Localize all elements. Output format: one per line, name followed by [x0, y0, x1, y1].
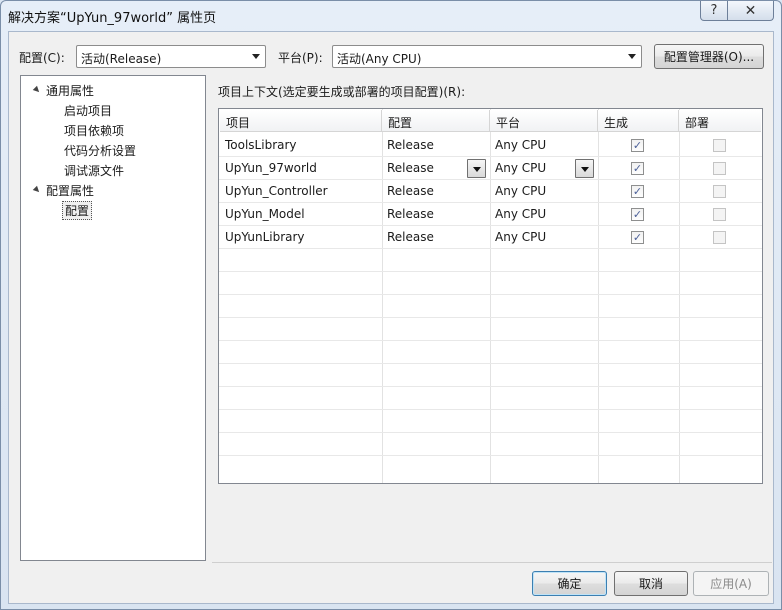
cell-project[interactable]: UpYun_Controller [225, 184, 328, 198]
expanded-triangle-icon[interactable] [32, 85, 42, 95]
config-dropdown-value: 活动(Release) [81, 52, 162, 66]
cell-config[interactable]: Release [387, 207, 434, 221]
cell-platform[interactable]: Any CPU [495, 161, 546, 175]
apply-button[interactable]: 应用(A) [693, 571, 769, 596]
header-divider[interactable] [381, 110, 382, 132]
config-dropdown[interactable]: 活动(Release) [76, 45, 266, 68]
chevron-down-icon [628, 54, 636, 59]
chevron-down-icon [473, 167, 481, 172]
grid-row-line [219, 294, 762, 295]
cell-project[interactable]: UpYunLibrary [225, 230, 305, 244]
grid-row-line [219, 179, 762, 180]
tree-item-configuration[interactable]: 配置 [62, 201, 93, 220]
cell-config[interactable]: Release [387, 138, 434, 152]
chevron-down-icon [252, 54, 260, 59]
deploy-checkbox [713, 208, 726, 221]
grid-row-line [219, 248, 762, 249]
build-checkbox[interactable]: ✓ [631, 139, 644, 152]
grid-row-line [219, 432, 762, 433]
tree-item-code-analysis[interactable]: 代码分析设置 [64, 142, 136, 159]
ok-button[interactable]: 确定 [532, 571, 607, 596]
cell-project[interactable]: ToolsLibrary [225, 138, 297, 152]
header-divider[interactable] [678, 110, 679, 132]
deploy-checkbox [713, 139, 726, 152]
tree-item-startup[interactable]: 启动项目 [64, 102, 112, 119]
grid-header: 项目 配置 平台 生成 部署 [220, 110, 761, 132]
column-header-build[interactable]: 生成 [604, 114, 628, 131]
project-context-grid[interactable]: 项目 配置 平台 生成 部署 ToolsLibrary Release Any … [218, 108, 763, 484]
grid-row-line [219, 202, 762, 203]
platform-dropdown[interactable]: 活动(Any CPU) [332, 45, 642, 68]
header-divider[interactable] [489, 110, 490, 132]
build-checkbox[interactable]: ✓ [631, 231, 644, 244]
cancel-button[interactable]: 取消 [614, 571, 688, 596]
column-header-project[interactable]: 项目 [226, 114, 250, 131]
grid-row-line [219, 409, 762, 410]
footer-separator [212, 562, 772, 563]
tree-group-config[interactable]: 配置属性 [46, 182, 94, 199]
grid-row-line [219, 455, 762, 456]
config-label: 配置(C): [19, 51, 65, 65]
build-checkbox[interactable]: ✓ [631, 162, 644, 175]
grid-column-line [382, 109, 383, 483]
grid-column-line [598, 109, 599, 483]
cell-project[interactable]: UpYun_97world [225, 161, 317, 175]
column-header-config[interactable]: 配置 [388, 114, 412, 131]
cell-platform[interactable]: Any CPU [495, 138, 546, 152]
grid-row-line [219, 225, 762, 226]
build-checkbox[interactable]: ✓ [631, 208, 644, 221]
tree-item-debug-source[interactable]: 调试源文件 [64, 162, 124, 179]
platform-dropdown-value: 活动(Any CPU) [337, 52, 422, 66]
expanded-triangle-icon[interactable] [32, 185, 42, 195]
header-divider[interactable] [597, 110, 598, 132]
grid-row-line [219, 363, 762, 364]
deploy-checkbox [713, 185, 726, 198]
grid-row-line [219, 317, 762, 318]
grid-row-line [219, 340, 762, 341]
grid-column-line [490, 109, 491, 483]
cell-project[interactable]: UpYun_Model [225, 207, 305, 221]
grid-row-line [219, 156, 762, 157]
cell-config[interactable]: Release [387, 230, 434, 244]
title-bar[interactable]: 解决方案“UpYun_97world” 属性页 ? ✕ [1, 1, 781, 29]
row-platform-dropdown-button[interactable] [575, 159, 594, 178]
grid-row-line [219, 386, 762, 387]
deploy-checkbox [713, 162, 726, 175]
deploy-checkbox [713, 231, 726, 244]
grid-row-line [219, 271, 762, 272]
column-header-deploy[interactable]: 部署 [685, 114, 709, 131]
tree-item-dependencies[interactable]: 项目依赖项 [64, 122, 124, 139]
property-tree[interactable]: 通用属性 启动项目 项目依赖项 代码分析设置 调试源文件 配置属性 配置 [20, 75, 206, 561]
column-header-platform[interactable]: 平台 [496, 114, 520, 131]
tree-group-common[interactable]: 通用属性 [46, 82, 94, 99]
grid-column-line [679, 109, 680, 483]
grid-caption: 项目上下文(选定要生成或部署的项目配置)(R): [218, 85, 466, 99]
dialog-body: 配置(C): 活动(Release) 平台(P): 活动(Any CPU) 配置… [8, 31, 774, 604]
help-button[interactable]: ? [700, 1, 728, 21]
cell-platform[interactable]: Any CPU [495, 207, 546, 221]
properties-dialog: 解决方案“UpYun_97world” 属性页 ? ✕ 配置(C): 活动(Re… [0, 0, 782, 610]
close-button[interactable]: ✕ [728, 1, 774, 21]
window-title: 解决方案“UpYun_97world” 属性页 [8, 11, 217, 26]
config-manager-button[interactable]: 配置管理器(O)... [654, 44, 764, 69]
cell-platform[interactable]: Any CPU [495, 184, 546, 198]
cell-platform[interactable]: Any CPU [495, 230, 546, 244]
chevron-down-icon [581, 167, 589, 172]
cell-config[interactable]: Release [387, 184, 434, 198]
build-checkbox[interactable]: ✓ [631, 185, 644, 198]
platform-label: 平台(P): [278, 51, 323, 65]
cell-config[interactable]: Release [387, 161, 434, 175]
row-config-dropdown-button[interactable] [467, 159, 486, 178]
